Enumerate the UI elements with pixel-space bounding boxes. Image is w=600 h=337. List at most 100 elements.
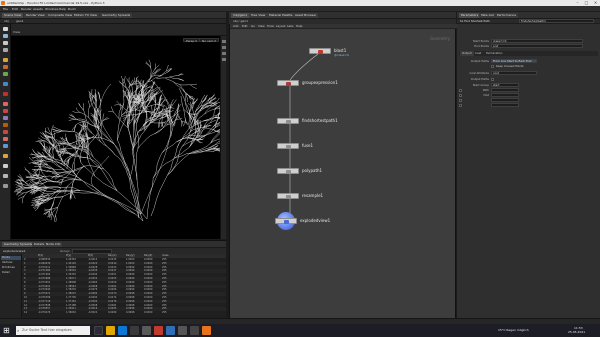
settings-tool-icon[interactable] xyxy=(3,184,8,188)
keep-unused-points-checkbox[interactable] xyxy=(491,65,494,68)
display-options-icon[interactable] xyxy=(222,40,226,43)
taskbar-search-input[interactable]: Zur Suche Text hier eingeben xyxy=(16,326,90,335)
path-attribute-field[interactable] xyxy=(491,88,519,92)
branch-curve xyxy=(165,78,180,85)
edge-browser-icon[interactable] xyxy=(118,326,127,335)
folder-tab-cost[interactable]: Cost xyxy=(473,51,483,56)
tab-performance[interactable]: Performance xyxy=(495,13,519,18)
tab-node-info[interactable]: Node Info xyxy=(44,242,63,247)
branch-curve xyxy=(17,192,24,197)
option-checkbox[interactable] xyxy=(459,104,462,107)
tab-network-geo1[interactable]: /obj/geo1 xyxy=(231,13,250,18)
store-icon[interactable] xyxy=(130,326,139,335)
class-detail[interactable]: Detail xyxy=(1,271,21,275)
clock-date[interactable]: 25.05.2021 xyxy=(568,330,585,334)
display-tool-icon[interactable] xyxy=(3,102,8,106)
edge-tool-icon[interactable] xyxy=(3,144,8,148)
houdini-taskbar-icon[interactable] xyxy=(202,326,211,335)
node-name-field[interactable]: findshortestpath1 xyxy=(519,19,594,23)
app-icon[interactable] xyxy=(178,326,187,335)
file-explorer-icon[interactable] xyxy=(106,326,115,335)
camera-tool-icon[interactable] xyxy=(3,164,8,168)
media-app-icon[interactable] xyxy=(154,326,163,335)
network-editor[interactable]: Add Edit Go View Tools Layout Labs Help … xyxy=(229,24,457,318)
lighting-icon[interactable] xyxy=(222,52,226,55)
tab-asset-browser[interactable]: Asset Browser xyxy=(293,13,319,18)
node-resample1[interactable] xyxy=(277,193,299,199)
class-points[interactable]: Points xyxy=(1,256,21,260)
tab-take-list[interactable]: Take List xyxy=(479,13,496,18)
scale-tool-icon[interactable] xyxy=(3,48,8,52)
task-view-icon[interactable] xyxy=(94,326,103,335)
menu-help[interactable]: Help xyxy=(59,7,66,11)
end-points-field[interactable]: end xyxy=(491,44,583,48)
point-tool-icon[interactable] xyxy=(3,137,8,141)
menu-file[interactable]: File xyxy=(3,7,8,11)
windows-start-icon[interactable]: ⊞ xyxy=(3,325,10,336)
view-tool-icon[interactable] xyxy=(3,72,8,76)
attribute-field[interactable] xyxy=(491,98,519,102)
attribute-field[interactable] xyxy=(491,103,519,107)
branch-curve xyxy=(122,84,124,98)
node-groupexpression1[interactable] xyxy=(277,80,299,86)
group-tool-icon[interactable] xyxy=(3,123,8,127)
tab-composite-view[interactable]: Composite View xyxy=(46,13,75,18)
tab-parameters[interactable]: Parameters xyxy=(459,13,481,18)
grid-tool-icon[interactable] xyxy=(3,174,8,178)
handle-tool-icon[interactable] xyxy=(3,58,8,62)
node-fuse1[interactable] xyxy=(277,143,299,149)
table-row[interactable]: 14 -0.079276 1.36632 -0.0524 0.0289 0.9998 0.0… xyxy=(22,311,226,315)
app-icon[interactable] xyxy=(190,326,199,335)
class-primitives[interactable]: Primitives xyxy=(1,266,21,270)
branch-curve xyxy=(169,75,178,78)
branch-curve xyxy=(179,84,191,86)
mail-icon[interactable] xyxy=(142,326,151,335)
start-points-field[interactable]: class==0 xyxy=(491,39,583,43)
node-blast1[interactable] xyxy=(309,48,331,54)
snap-tool-icon[interactable] xyxy=(3,82,8,86)
branch-curve xyxy=(158,121,161,128)
rotate-tool-icon[interactable] xyxy=(3,41,8,45)
dist-attribute-field[interactable] xyxy=(491,93,519,97)
option-checkbox[interactable] xyxy=(459,99,462,102)
node-polypath1[interactable] xyxy=(277,168,299,174)
output-paths-menu[interactable]: From Any Start to Each End xyxy=(491,59,537,63)
weather-status[interactable]: 15°C Regen möglich xyxy=(498,328,529,332)
menu-assets[interactable]: Assets xyxy=(33,7,43,11)
visibility-icon[interactable] xyxy=(222,58,226,61)
record-tool-icon[interactable] xyxy=(3,92,8,96)
cost-attribute-field[interactable]: cost xyxy=(491,71,537,75)
tab-tree-view[interactable]: Tree View xyxy=(249,13,268,18)
tab-geometry-spreadsheet[interactable]: Geometry Spreads xyxy=(100,13,133,18)
folder-tab-termination[interactable]: Termination xyxy=(484,51,504,56)
shading-icon[interactable] xyxy=(222,46,226,49)
tab-motion-fx-view[interactable]: Motion FX View xyxy=(72,13,99,18)
folder-tab-output[interactable]: Output xyxy=(460,51,474,56)
tab-scene-view[interactable]: Scene View xyxy=(2,13,24,18)
move-tool-icon[interactable] xyxy=(3,34,8,38)
tab-render-view[interactable]: Render View xyxy=(24,13,47,18)
menu-edit[interactable]: Edit xyxy=(12,7,18,11)
wire-tool-icon[interactable] xyxy=(3,109,8,113)
tab-material-palette[interactable]: Material Palette xyxy=(267,13,295,18)
menu-windows[interactable]: Windows xyxy=(45,7,58,11)
branch-curve xyxy=(75,107,81,113)
app-icon[interactable] xyxy=(166,326,175,335)
pose-tool-icon[interactable] xyxy=(3,65,8,69)
scene-viewport[interactable]: Persp ▾ No cam ▾ xyxy=(11,36,220,239)
class-vertices[interactable]: Vertices xyxy=(1,261,21,265)
branch-curve xyxy=(80,162,96,177)
select-mode-icon[interactable] xyxy=(3,116,8,120)
node-findshortestpath1[interactable] xyxy=(277,118,299,124)
node-explodedview1[interactable] xyxy=(275,218,297,224)
branch-curve xyxy=(123,90,128,99)
light-tool-icon[interactable] xyxy=(3,154,8,158)
output-option-checkbox[interactable] xyxy=(491,78,494,81)
node-label-polypath1: polypath1 xyxy=(302,168,323,173)
start-group-field[interactable]: start xyxy=(491,83,519,87)
menu-render[interactable]: Render xyxy=(21,7,32,11)
menu-build[interactable]: Build xyxy=(68,7,76,11)
polypath-node-icon xyxy=(286,170,291,174)
primitive-tool-icon[interactable] xyxy=(3,130,8,134)
select-tool-icon[interactable] xyxy=(3,27,8,31)
